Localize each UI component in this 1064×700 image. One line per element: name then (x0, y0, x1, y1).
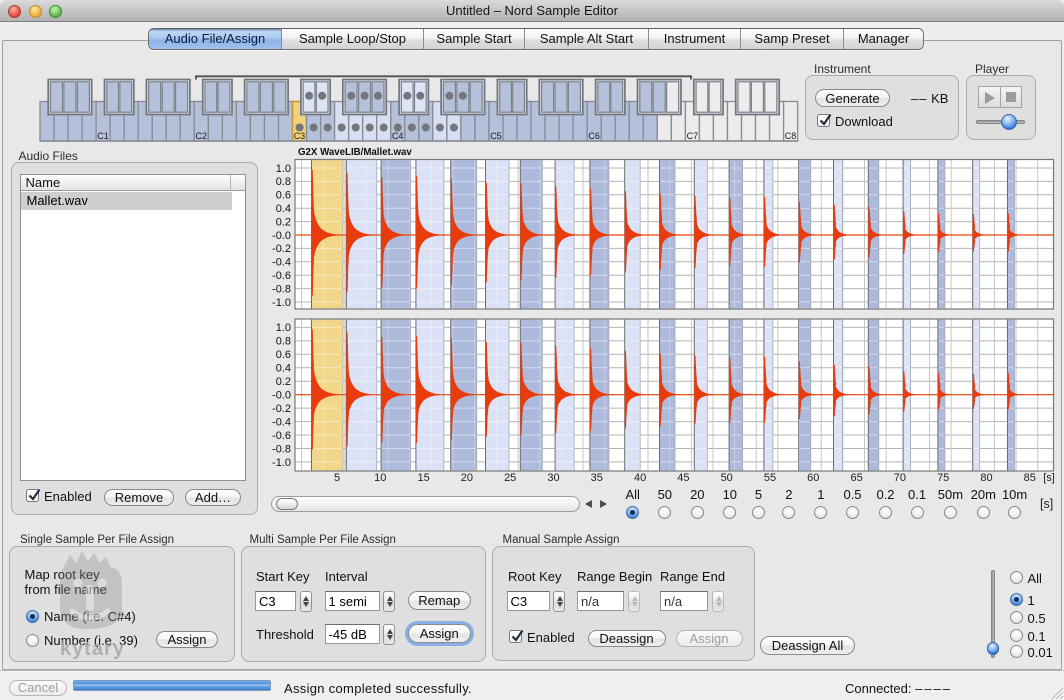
svg-text:C8: C8 (785, 131, 797, 141)
svg-text:75: 75 (937, 472, 949, 484)
svg-text:-0.2: -0.2 (272, 243, 291, 255)
svg-text:85: 85 (1024, 472, 1036, 484)
svg-text:65: 65 (850, 472, 862, 484)
svg-text:[s]: [s] (1043, 472, 1055, 484)
svg-text:-1.0: -1.0 (272, 457, 291, 469)
svg-text:C2: C2 (196, 131, 208, 141)
svg-text:25: 25 (504, 472, 516, 484)
svg-text:0.6: 0.6 (276, 349, 291, 361)
svg-text:40: 40 (634, 472, 646, 484)
svg-text:C7: C7 (687, 131, 699, 141)
svg-text:15: 15 (417, 472, 429, 484)
svg-text:55: 55 (764, 472, 776, 484)
svg-text:0.6: 0.6 (276, 190, 291, 202)
svg-text:0.8: 0.8 (276, 176, 291, 188)
svg-text:-0.2: -0.2 (272, 403, 291, 415)
svg-text:30: 30 (547, 472, 559, 484)
svg-text:-0.8: -0.8 (272, 443, 291, 455)
svg-text:C4: C4 (392, 131, 404, 141)
svg-text:60: 60 (807, 472, 819, 484)
svg-text:C1: C1 (97, 131, 109, 141)
svg-text:C3: C3 (294, 131, 306, 141)
svg-text:kytary: kytary (60, 638, 125, 660)
svg-text:1.0: 1.0 (276, 322, 291, 334)
svg-text:-0.8: -0.8 (272, 283, 291, 295)
svg-text:45: 45 (677, 472, 689, 484)
svg-text:80: 80 (980, 472, 992, 484)
svg-text:C5: C5 (490, 131, 502, 141)
svg-text:50: 50 (721, 472, 733, 484)
svg-text:-0.0: -0.0 (272, 230, 291, 242)
svg-text:C6: C6 (588, 131, 600, 141)
svg-text:10: 10 (374, 472, 386, 484)
svg-text:-0.4: -0.4 (272, 257, 291, 269)
svg-text:70: 70 (894, 472, 906, 484)
svg-text:-0.4: -0.4 (272, 416, 291, 428)
svg-text:1.0: 1.0 (276, 163, 291, 175)
svg-text:0.4: 0.4 (276, 363, 291, 375)
svg-text:0.2: 0.2 (276, 376, 291, 388)
svg-text:5: 5 (334, 472, 340, 484)
svg-text:35: 35 (591, 472, 603, 484)
svg-text:20: 20 (461, 472, 473, 484)
svg-text:0.8: 0.8 (276, 336, 291, 348)
svg-text:G2X WaveLIB/Mallet.wav: G2X WaveLIB/Mallet.wav (298, 147, 412, 158)
svg-text:-1.0: -1.0 (272, 297, 291, 309)
svg-text:-0.6: -0.6 (272, 430, 291, 442)
svg-text:-0.6: -0.6 (272, 270, 291, 282)
svg-text:0.2: 0.2 (276, 216, 291, 228)
svg-text:0.4: 0.4 (276, 203, 291, 215)
svg-text:-0.0: -0.0 (272, 390, 291, 402)
